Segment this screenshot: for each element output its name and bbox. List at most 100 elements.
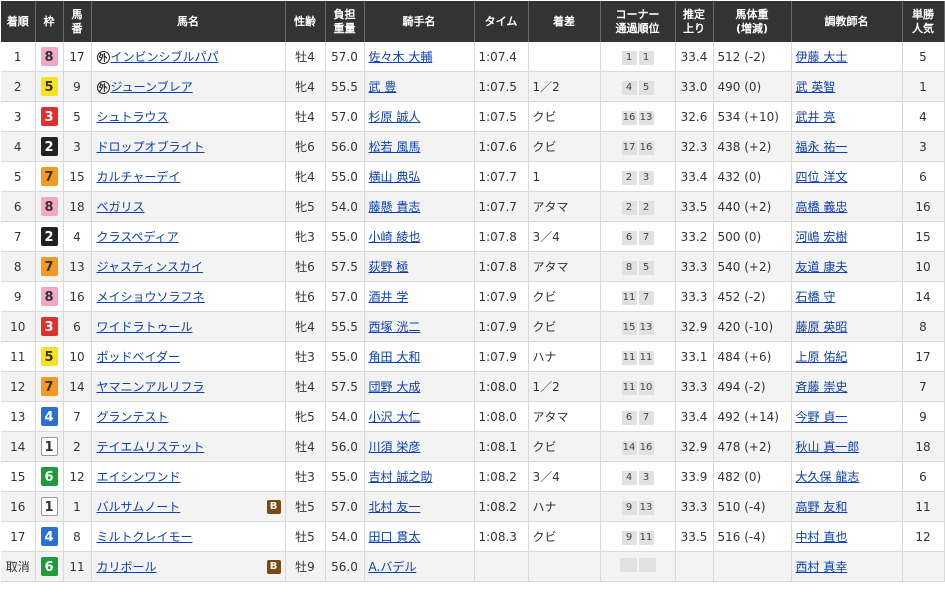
- corner-positions: 9 13: [600, 491, 676, 522]
- jockey-cell: 田口 貫太: [364, 521, 475, 552]
- trainer-name-link[interactable]: 今野 貞一: [796, 410, 848, 424]
- trainer-name-link[interactable]: 藤原 英昭: [796, 320, 848, 334]
- jockey-name-link[interactable]: 北村 友一: [369, 500, 421, 514]
- jockey-name-link[interactable]: 松若 風馬: [369, 140, 421, 154]
- trainer-name-link[interactable]: 福永 祐一: [796, 140, 848, 154]
- header-trainer: 調教師名: [791, 1, 903, 42]
- horse-name-link[interactable]: シュトラウス: [97, 110, 169, 124]
- horse-name-link[interactable]: ヤマニンアルリフラ: [97, 380, 205, 394]
- trainer-name-link[interactable]: 伊藤 大士: [796, 50, 848, 64]
- body-weight: 534 (+10): [713, 101, 792, 132]
- horse-name-link[interactable]: カリボール: [97, 560, 157, 574]
- jockey-name-link[interactable]: 小崎 綾也: [369, 230, 421, 244]
- trainer-name-link[interactable]: 大久保 龍志: [796, 470, 860, 484]
- carried-weight: 57.0: [325, 281, 365, 312]
- header-weight: 負担 重量: [325, 1, 365, 42]
- jockey-name-link[interactable]: 酒井 学: [369, 290, 409, 304]
- trainer-name-link[interactable]: 上原 佑紀: [796, 350, 848, 364]
- table-header-row: 着順 枠 馬番 馬名 性齢 負担 重量 騎手名 タイム 着差 コーナー 通過順位 推…: [1, 1, 945, 42]
- jockey-name-link[interactable]: 横山 典弘: [369, 170, 421, 184]
- popularity: 6: [902, 161, 945, 192]
- last-3f: 32.3: [675, 131, 714, 162]
- trainer-name-link[interactable]: 斉藤 崇史: [796, 380, 848, 394]
- trainer-name-link[interactable]: 高野 友和: [796, 500, 848, 514]
- horse-name-link[interactable]: インビンシブルパパ: [111, 50, 219, 64]
- corner-positions: 14 16: [600, 431, 676, 462]
- header-popularity: 単勝 人気: [902, 1, 945, 42]
- horse-name-link[interactable]: ドロップオブライト: [97, 140, 205, 154]
- jockey-cell: 荻野 極: [364, 251, 475, 282]
- table-row: 14 1 2 テイエムリステット 牡4 56.0 川須 栄彦 1:08.1 クビ 14 16 32.9…: [1, 431, 945, 462]
- sex-age: 牝4: [285, 161, 326, 192]
- horse-name-link[interactable]: ジャスティンスカイ: [97, 260, 203, 274]
- trainer-name-link[interactable]: 武井 亮: [796, 110, 836, 124]
- margin: クビ: [528, 311, 601, 342]
- trainer-name-link[interactable]: 四位 洋文: [796, 170, 848, 184]
- popularity: 3: [902, 131, 945, 162]
- jockey-name-link[interactable]: 吉村 誠之助: [369, 470, 433, 484]
- jockey-name-link[interactable]: 田口 貫太: [369, 530, 421, 544]
- horse-number: 9: [63, 71, 92, 102]
- table-row: 16 1 1 バルサムノート B 牡5 57.0 北村 友一 1:08.2 ハナ 9 13 33.3 51…: [1, 491, 945, 522]
- trainer-cell: 武 英智: [791, 71, 903, 102]
- sex-age: 牝6: [285, 131, 326, 162]
- race-time: 1:08.0: [474, 401, 529, 432]
- horse-name-link[interactable]: カルチャーデイ: [97, 170, 181, 184]
- horse-name-link[interactable]: ベガリス: [97, 200, 145, 214]
- corner-positions: 11 11: [600, 341, 676, 372]
- jockey-name-link[interactable]: 団野 大成: [369, 380, 421, 394]
- jockey-name-link[interactable]: 佐々木 大輔: [369, 50, 433, 64]
- horse-name-link[interactable]: バルサムノート: [97, 500, 181, 514]
- horse-name-link[interactable]: ワイドラトゥール: [97, 320, 193, 334]
- foreign-horse-icon: 外: [96, 51, 110, 64]
- horse-name-link[interactable]: クラスペディア: [97, 230, 179, 244]
- trainer-name-link[interactable]: 武 英智: [796, 80, 836, 94]
- trainer-name-link[interactable]: 石橋 守: [796, 290, 836, 304]
- jockey-name-link[interactable]: 杉原 誠人: [369, 110, 421, 124]
- horse-name-link[interactable]: メイショウソラフネ: [97, 290, 205, 304]
- corner-positions: 11 10: [600, 371, 676, 402]
- trainer-cell: 武井 亮: [791, 101, 903, 132]
- table-row: 10 3 6 ワイドラトゥール 牝4 55.5 西塚 洸二 1:07.9 クビ 15 13 32.9 4…: [1, 311, 945, 342]
- horse-name-link[interactable]: エイシンワンド: [97, 470, 181, 484]
- trainer-cell: 斉藤 崇史: [791, 371, 903, 402]
- trainer-name-link[interactable]: 中村 直也: [796, 530, 848, 544]
- jockey-name-link[interactable]: 角田 大和: [369, 350, 421, 364]
- waku-cell: 4: [35, 401, 64, 432]
- finish-position: 11: [1, 341, 36, 372]
- margin: アタマ: [528, 251, 601, 282]
- jockey-name-link[interactable]: 荻野 極: [369, 260, 409, 274]
- trainer-name-link[interactable]: 高橋 義忠: [796, 200, 848, 214]
- jockey-name-link[interactable]: A.バデル: [369, 560, 417, 574]
- horse-name-cell: 外ジューンブレア: [91, 71, 286, 102]
- margin: クビ: [528, 281, 601, 312]
- jockey-name-link[interactable]: 川須 栄彦: [369, 440, 421, 454]
- finish-position: 15: [1, 461, 36, 492]
- body-weight: [713, 551, 792, 582]
- jockey-name-link[interactable]: 西塚 洸二: [369, 320, 421, 334]
- jockey-name-link[interactable]: 武 豊: [369, 80, 397, 94]
- trainer-name-link[interactable]: 友道 康夫: [796, 260, 848, 274]
- trainer-cell: 友道 康夫: [791, 251, 903, 282]
- table-row: 17 4 8 ミルトクレイモー 牡5 54.0 田口 貫太 1:08.3 クビ 9 11 33.5 51…: [1, 521, 945, 552]
- horse-name-link[interactable]: ミルトクレイモー: [97, 530, 193, 544]
- jockey-name-link[interactable]: 藤懸 貴志: [369, 200, 421, 214]
- trainer-name-link[interactable]: 西村 真幸: [796, 560, 848, 574]
- sex-age: 牝3: [285, 221, 326, 252]
- horse-number: 13: [63, 251, 92, 282]
- body-weight: 484 (+6): [713, 341, 792, 372]
- race-time: 1:07.8: [474, 221, 529, 252]
- jockey-cell: 武 豊: [364, 71, 475, 102]
- horse-name-link[interactable]: テイエムリステット: [97, 440, 205, 454]
- horse-name-link[interactable]: ポッドベイダー: [97, 350, 181, 364]
- trainer-name-link[interactable]: 秋山 真一郎: [796, 440, 860, 454]
- jockey-name-link[interactable]: 小沢 大仁: [369, 410, 421, 424]
- finish-position: 10: [1, 311, 36, 342]
- trainer-name-link[interactable]: 河嶋 宏樹: [796, 230, 848, 244]
- horse-name-link[interactable]: グランテスト: [97, 410, 169, 424]
- waku-cell: 8: [35, 191, 64, 222]
- waku-cell: 6: [35, 461, 64, 492]
- last-3f: 33.3: [675, 491, 714, 522]
- corner-position: 3: [638, 470, 654, 485]
- horse-name-link[interactable]: ジューンブレア: [111, 80, 193, 94]
